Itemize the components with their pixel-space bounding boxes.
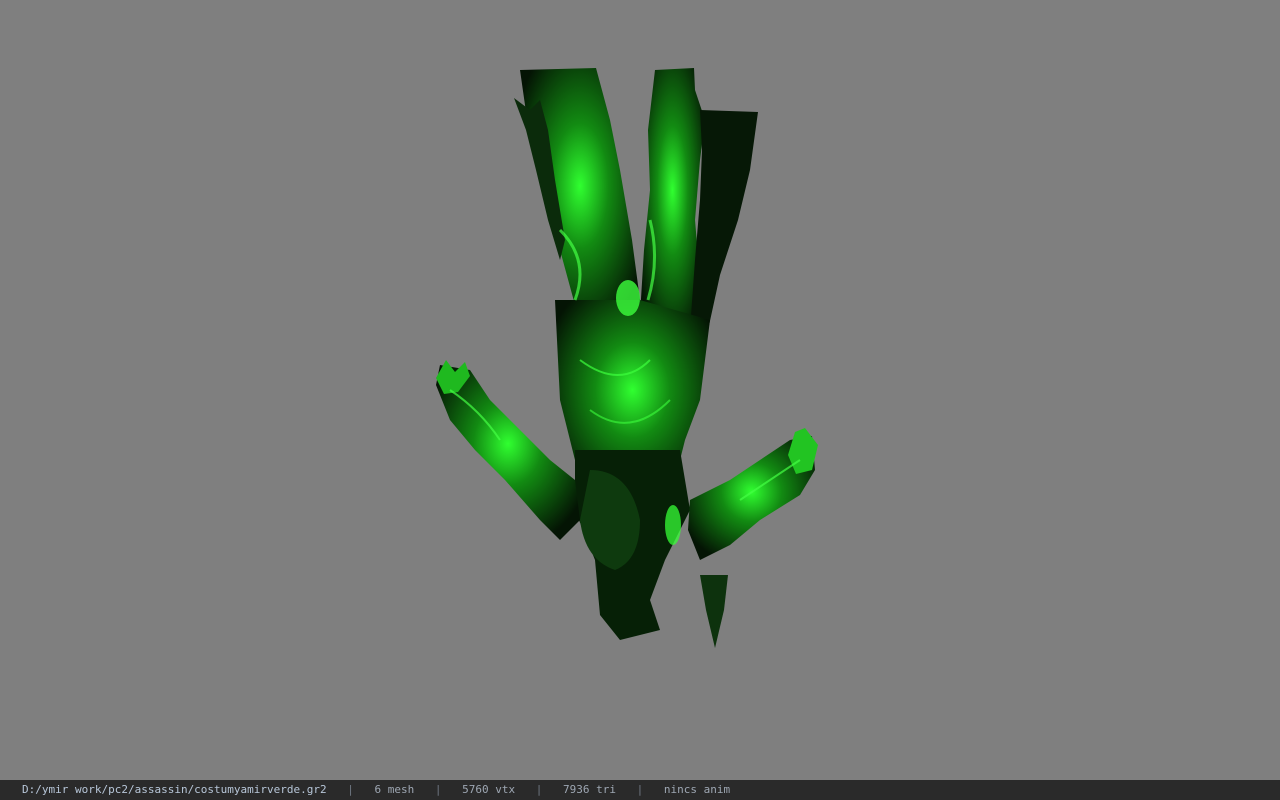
status-separator: | [434,783,442,796]
3d-viewport[interactable] [0,0,1280,780]
armor-model-silhouette [436,68,818,648]
triangle-count: 7936 tri [563,783,616,796]
vertex-count: 5760 vtx [462,783,516,796]
status-separator: | [636,783,644,796]
status-separator: | [535,783,543,796]
mesh-count: 6 mesh [374,783,415,796]
model-file-path: D:/ymir work/pc2/assassin/costumyamirver… [22,783,327,796]
model-render[interactable] [0,0,1280,780]
animation-status: nincs anim [663,783,731,796]
status-separator: | [347,783,354,796]
status-bar: D:/ymir work/pc2/assassin/costumyamirver… [0,780,1280,800]
